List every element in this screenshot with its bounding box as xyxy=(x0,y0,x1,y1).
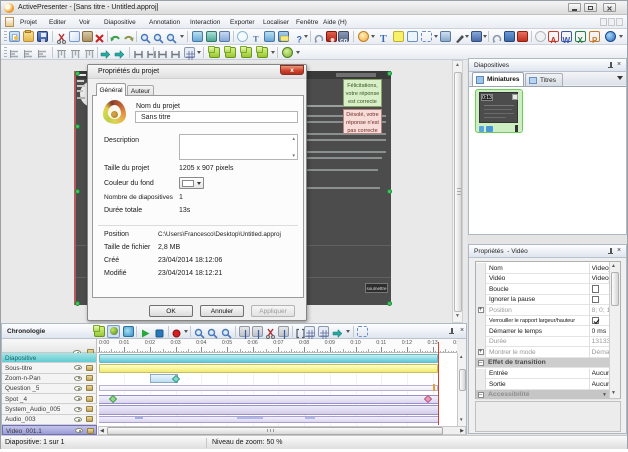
svg-text:P: P xyxy=(592,36,598,45)
svg-text:co: co xyxy=(340,38,348,45)
svg-text:A: A xyxy=(551,36,557,45)
svg-text:T: T xyxy=(380,34,387,44)
svg-text:W: W xyxy=(563,36,571,45)
svg-text:X: X xyxy=(578,36,584,45)
svg-text:T: T xyxy=(253,34,259,44)
svg-text:?: ? xyxy=(297,35,303,45)
